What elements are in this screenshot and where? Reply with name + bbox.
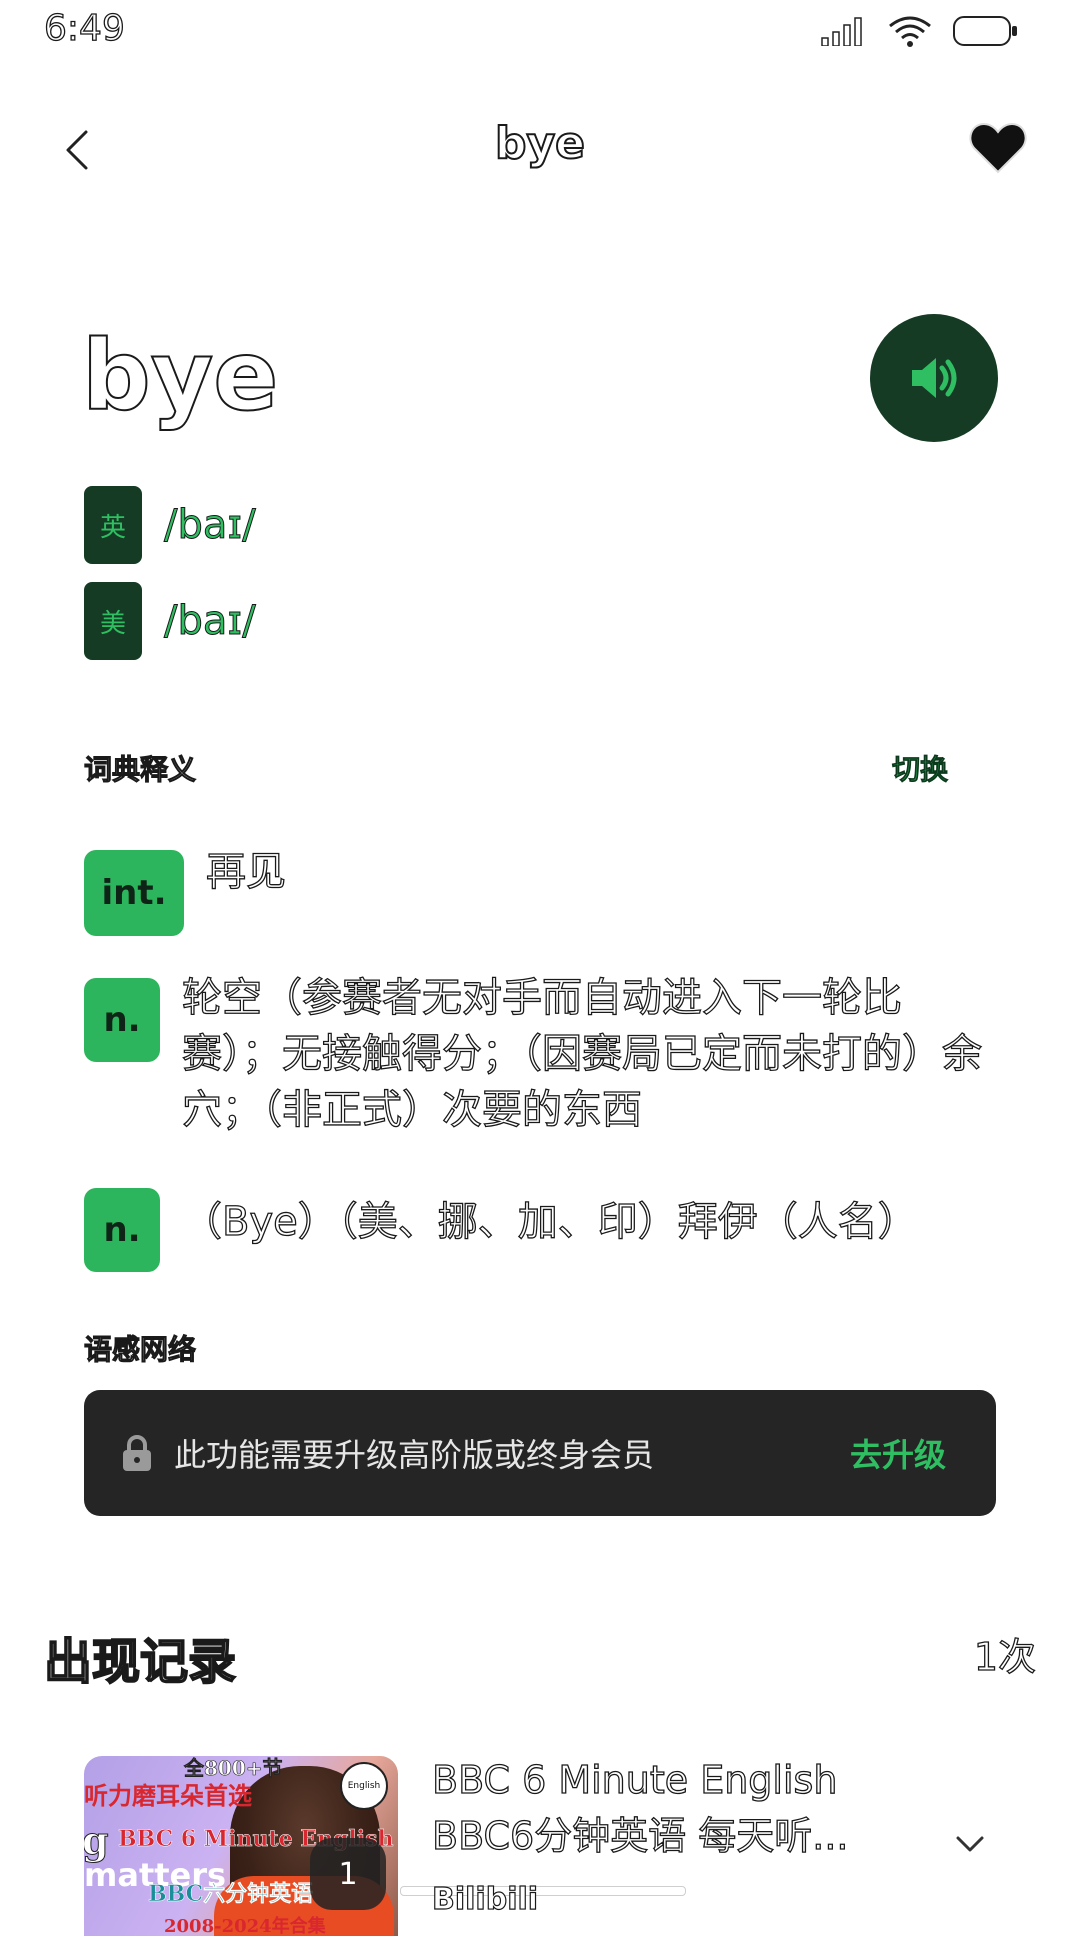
pos-badge: n. (84, 978, 160, 1062)
status-icons (820, 14, 1020, 48)
battery-icon (953, 16, 1017, 46)
pos-badge: n. (84, 1188, 160, 1272)
thumb-text: 听力磨耳朵首选 (84, 1781, 252, 1810)
video-title[interactable]: BBC 6 Minute English BBC6分钟英语 每天听... (431, 1752, 902, 1864)
favorite-button[interactable] (968, 120, 1028, 176)
phonetic-text: /baɪ/ (164, 598, 257, 645)
region-badge: 英 (84, 486, 142, 564)
chevron-down-icon (956, 1836, 984, 1852)
pos-badge: int. (84, 850, 184, 936)
phonetic-text: /baɪ/ (164, 502, 257, 549)
pronunciation-uk[interactable]: 英 /baɪ/ (84, 486, 256, 564)
upgrade-button[interactable]: 去升级 (850, 1430, 946, 1476)
thumbnail-badge: English (340, 1762, 388, 1810)
thumb-text: BBC六分钟英语 (148, 1881, 314, 1908)
pronunciation-us[interactable]: 美 /baɪ/ (84, 582, 256, 660)
definition-text: 轮空（参赛者无对手而自动进入下一轮比赛）；无接触得分；（因赛局已定而未打的）余穴… (181, 974, 982, 1133)
expand-button[interactable] (950, 1830, 990, 1860)
definition-item: n. 轮空（参赛者无对手而自动进入下一轮比赛）；无接触得分；（因赛局已定而未打的… (84, 974, 994, 1138)
definition-text: （Bye）（美、挪、加、印）拜伊（人名） (181, 1198, 918, 1245)
heart-icon (969, 122, 1027, 174)
definition-item: int. 再见 (84, 848, 287, 936)
definition-text: 再见 (205, 848, 286, 895)
status-time: 6:49 (43, 7, 125, 49)
switch-button[interactable]: 切换 (892, 748, 949, 788)
definition-item: n. （Bye）（美、挪、加、印）拜伊（人名） (84, 1188, 918, 1272)
thumb-text: 2008-2024年合集 (164, 1916, 326, 1936)
records-count: 1次 (973, 1634, 1036, 1679)
lock-icon (123, 1435, 151, 1471)
network-label: 语感网络 (83, 1333, 197, 1367)
dictionary-label: 词典释义 (83, 753, 197, 787)
records-title: 出现记录 (43, 1633, 237, 1691)
page-title: bye (494, 117, 586, 170)
region-badge: 美 (84, 582, 142, 660)
locked-message: 此功能需要升级高阶版或终身会员 (174, 1436, 655, 1474)
signal-icon (821, 17, 862, 46)
speaker-icon (912, 358, 957, 398)
video-source: Bilibili (431, 1881, 539, 1917)
locked-feature-card: 此功能需要升级高阶版或终身会员 去升级 (84, 1390, 996, 1516)
word-heading: bye (81, 320, 279, 432)
page-indicator: 1 (310, 1838, 386, 1910)
pronounce-button[interactable] (870, 314, 998, 442)
wifi-icon (889, 16, 931, 47)
